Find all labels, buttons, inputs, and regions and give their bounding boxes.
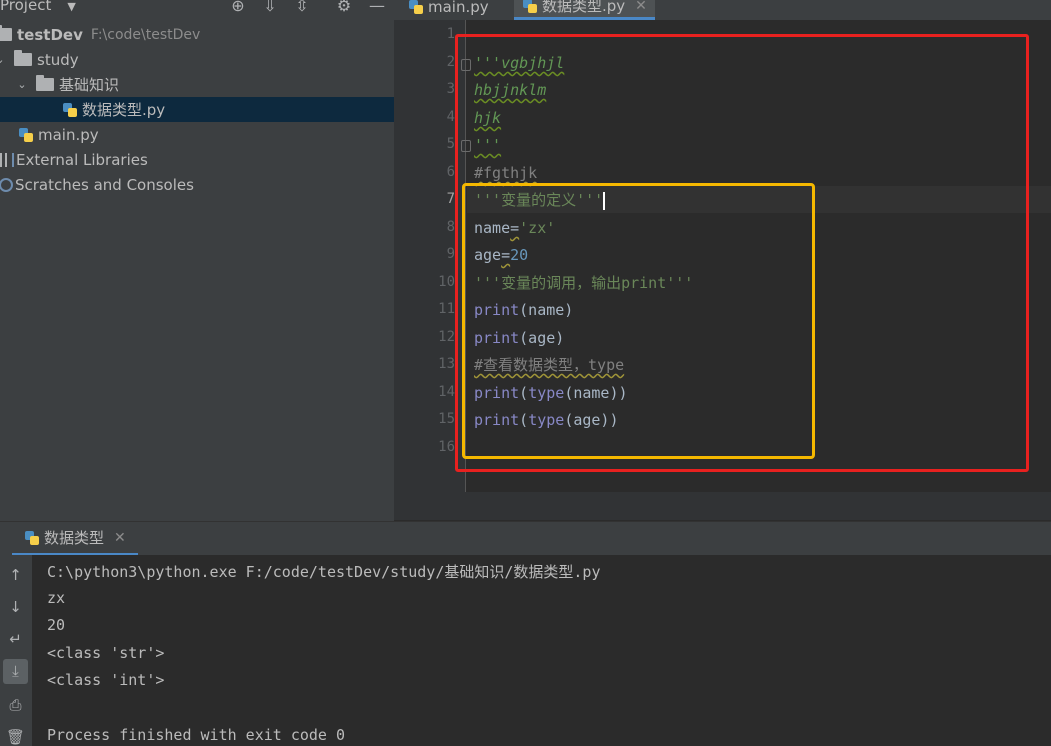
project-view-selector[interactable]: Project ▼: [0, 0, 76, 14]
trash-icon[interactable]: 🗑: [3, 725, 28, 746]
tab-label: 数据类型.py: [542, 0, 626, 15]
library-icon: [0, 152, 14, 167]
line-number: 16: [438, 439, 455, 455]
line-number: 9: [446, 246, 455, 262]
arrow-up-icon[interactable]: ↑: [3, 563, 28, 588]
chevron-down-icon[interactable]: ⌄: [0, 53, 8, 66]
run-toolbar: ↑ ↓ ↵ ⤓ ⎙ 🗑: [0, 555, 32, 746]
console-line: 20: [47, 616, 66, 634]
line-number: 7: [446, 191, 455, 207]
close-icon[interactable]: ✕: [114, 530, 126, 546]
python-file-icon: [408, 0, 424, 15]
console-line: <class 'int'>: [47, 671, 165, 689]
python-file-icon: [522, 0, 538, 14]
collapse-all-icon[interactable]: ⇳: [292, 0, 312, 16]
tree-item-testdev[interactable]: testDev F:\code\testDev: [0, 22, 394, 47]
chevron-down-icon[interactable]: ⌄: [14, 78, 30, 91]
locate-icon[interactable]: ⊕: [228, 0, 248, 16]
gear-icon[interactable]: ⚙: [334, 0, 354, 16]
python-run-icon: [24, 530, 40, 546]
scroll-to-end-icon[interactable]: ⤓: [3, 659, 28, 684]
tree-item-scratches[interactable]: Scratches and Consoles: [0, 172, 394, 197]
tree-item-label: main.py: [38, 125, 99, 144]
line-number: 2: [446, 54, 455, 70]
tree-item-label: Scratches and Consoles: [15, 175, 194, 194]
folder-icon: [0, 25, 12, 41]
line-number: 14: [438, 384, 455, 400]
line-number: 3: [446, 81, 455, 97]
soft-wrap-icon[interactable]: ↵: [3, 627, 28, 652]
project-panel: Project ▼ ⊕ ⇩ ⇳ ⚙ — testDev F:\code\testD…: [0, 0, 394, 521]
line-number: 12: [438, 329, 455, 345]
line-number: 1: [446, 26, 455, 42]
folder-icon: [14, 50, 32, 66]
console-line: C:\python3\python.exe F:/code/testDev/st…: [47, 563, 601, 581]
scratches-icon: [0, 177, 13, 192]
tree-item-label: study: [37, 50, 79, 69]
line-number: 8: [446, 219, 455, 235]
line-number: 15: [438, 411, 455, 427]
expand-all-icon[interactable]: ⇩: [260, 0, 280, 16]
run-console-output[interactable]: C:\python3\python.exe F:/code/testDev/st…: [32, 555, 1051, 746]
editor-bottom-area: [394, 492, 1051, 520]
tree-item-main-py[interactable]: main.py: [0, 122, 394, 147]
line-number: 6: [446, 164, 455, 180]
tree-item-study[interactable]: ⌄ study: [0, 47, 394, 72]
line-number: 13: [438, 356, 455, 372]
tree-item-label: testDev: [17, 25, 83, 44]
console-line: zx: [47, 589, 66, 607]
line-number: 5: [446, 136, 455, 152]
editor-tab-bar: main.py 数据类型.py ✕: [394, 0, 1051, 20]
tree-item-label: 基础知识: [59, 76, 120, 94]
project-header: Project ▼ ⊕ ⇩ ⇳ ⚙ —: [0, 0, 394, 20]
tree-item-data-types-py[interactable]: 数据类型.py: [0, 97, 394, 122]
chevron-down-icon: ▼: [67, 0, 76, 13]
console-line: Process finished with exit code 0: [47, 726, 346, 744]
tab-main-py[interactable]: main.py: [400, 0, 497, 20]
tree-item-label: External Libraries: [16, 150, 148, 169]
tab-data-types-py[interactable]: 数据类型.py ✕: [514, 0, 655, 20]
run-tab-label: 数据类型: [44, 529, 105, 547]
run-panel-header: 数据类型 ✕: [0, 521, 1051, 556]
annotation-box-yellow: [462, 183, 815, 459]
python-file-icon: [62, 102, 78, 118]
print-icon[interactable]: ⎙: [3, 693, 28, 718]
hide-icon[interactable]: —: [367, 0, 387, 16]
tree-item-path: F:\code\testDev: [90, 26, 201, 43]
run-tab[interactable]: 数据类型 ✕: [12, 522, 138, 556]
line-number: 4: [446, 109, 455, 125]
tree-item-label: 数据类型.py: [82, 101, 166, 119]
console-line: <class 'str'>: [47, 644, 165, 662]
python-file-icon: [18, 127, 34, 143]
line-number: 10: [438, 274, 455, 290]
arrow-down-icon[interactable]: ↓: [3, 595, 28, 620]
folder-icon: [36, 75, 54, 91]
project-title: Project: [0, 0, 52, 14]
tab-label: main.py: [428, 0, 489, 16]
line-number: 11: [438, 301, 455, 317]
tree-item-external-libraries[interactable]: External Libraries: [0, 147, 394, 172]
close-icon[interactable]: ✕: [635, 0, 647, 14]
tree-item-basics[interactable]: ⌄ 基础知识: [0, 72, 394, 97]
